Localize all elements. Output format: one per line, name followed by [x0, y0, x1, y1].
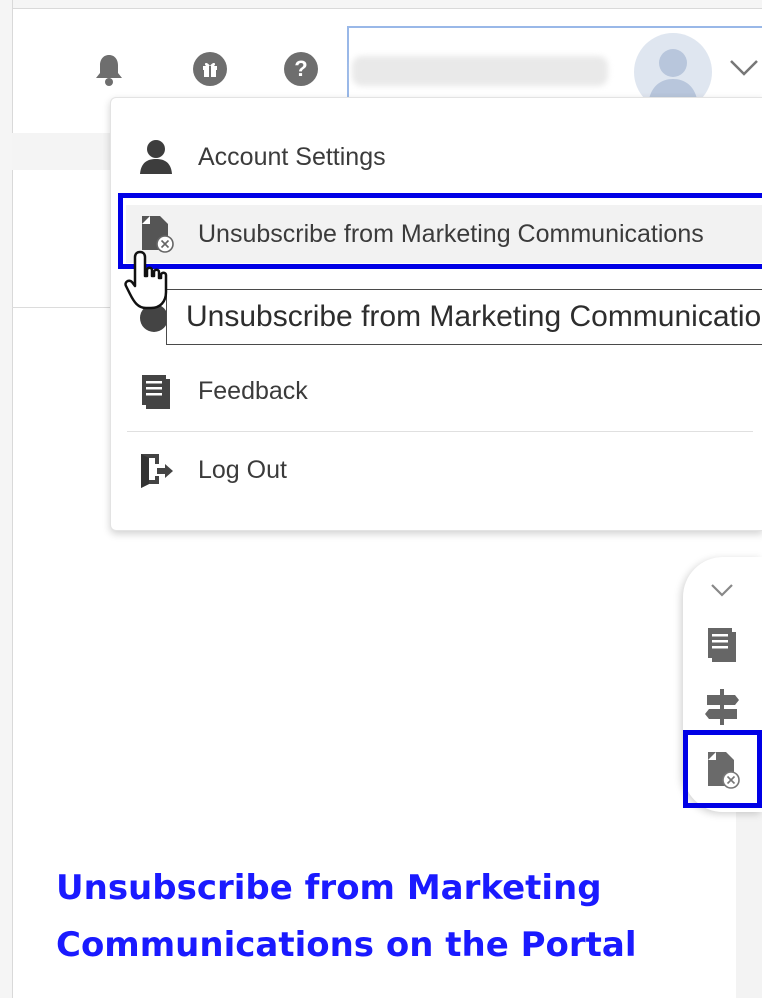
- chevron-down-icon[interactable]: [727, 53, 761, 86]
- caption-line-2: Communications on the Portal: [56, 925, 637, 965]
- caption-line-1: Unsubscribe from Marketing: [56, 868, 602, 908]
- hand-cursor-icon: [124, 248, 172, 312]
- help-icon[interactable]: ?: [282, 50, 320, 88]
- highlight-box-side-button: [683, 730, 762, 808]
- gift-icon[interactable]: [191, 50, 229, 88]
- menu-item-feedback[interactable]: Feedback: [126, 362, 762, 420]
- feedback-document-icon: [136, 371, 176, 411]
- menu-item-account-settings[interactable]: Account Settings: [126, 128, 762, 186]
- user-name-blurred: [352, 56, 608, 86]
- menu-divider: [127, 431, 753, 432]
- tooltip: Unsubscribe from Marketing Communication…: [166, 289, 762, 345]
- document-list-icon[interactable]: [700, 622, 744, 666]
- signpost-icon[interactable]: [700, 685, 744, 729]
- screenshot-frame: ? Account Settings Unsubscribe from Mark…: [0, 0, 762, 998]
- menu-item-label: Feedback: [198, 376, 308, 405]
- caption-title: Unsubscribe from Marketing Communication…: [56, 860, 736, 974]
- person-icon: [136, 137, 176, 177]
- chevron-down-icon[interactable]: [700, 568, 744, 612]
- menu-item-label: Log Out: [198, 455, 287, 484]
- highlight-box-menu-item: [118, 193, 762, 269]
- window-top-border: [0, 0, 762, 9]
- bell-icon[interactable]: [90, 50, 128, 88]
- menu-item-log-out[interactable]: Log Out: [126, 441, 762, 499]
- menu-item-label: Account Settings: [198, 142, 386, 171]
- logout-icon: [136, 450, 176, 490]
